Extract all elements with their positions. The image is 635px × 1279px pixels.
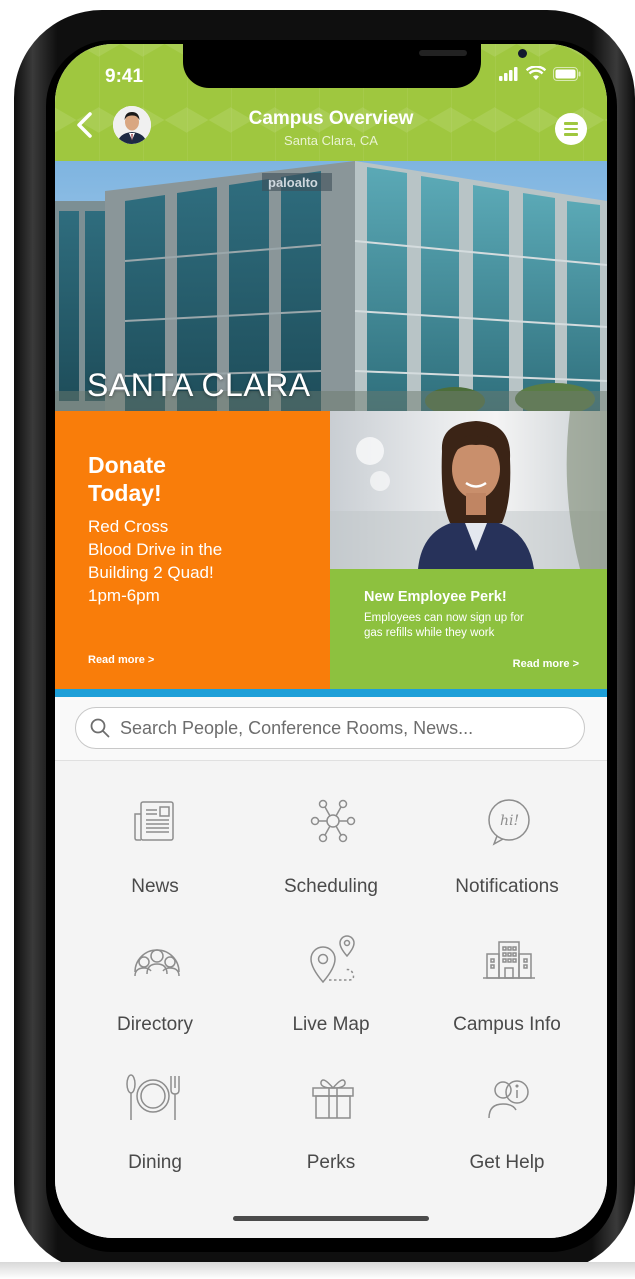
promo-heading: Donate Today! [88,452,166,506]
feature-grid: News Scheduling hi! Notifications Direct… [55,762,607,1238]
network-icon [310,799,356,843]
tile-dining[interactable]: Dining [63,1070,247,1190]
search-box[interactable] [75,707,585,749]
tile-scheduling[interactable]: Scheduling [239,794,423,914]
tile-label: Perks [306,1152,356,1173]
page-subtitle: Santa Clara, CA [284,133,378,148]
tile-label: Scheduling [283,876,379,897]
promo-heading: New Employee Perk! [364,589,507,605]
tile-news[interactable]: News [63,794,247,914]
battery-icon [553,66,581,81]
read-more-link[interactable]: Read more > [88,654,154,666]
search-icon [90,718,110,738]
hi-bubble-icon: hi! [488,799,530,846]
speaker [419,50,467,56]
tile-label: Live Map [292,1014,370,1035]
gift-icon [312,1079,354,1119]
tile-label: Directory [116,1014,193,1035]
search-input[interactable] [118,716,558,740]
search-bar-area [55,697,607,761]
page-title: Campus Overview [248,108,414,129]
promo-body: Red Cross Blood Drive in the Building 2 … [88,517,223,605]
people-group-icon [134,949,180,977]
employee-photo [330,411,607,569]
newspaper-icon [134,801,174,841]
menu-button[interactable] [555,113,587,145]
hero-title: SANTA CLARA [87,367,311,403]
signal-icon [499,66,518,81]
read-more-link[interactable]: Read more > [513,658,579,670]
tile-perks[interactable]: Perks [239,1070,423,1190]
svg-text:hi!: hi! [500,813,519,829]
front-camera [518,49,527,58]
help-person-icon [488,1080,529,1119]
tile-label: Get Help [469,1152,545,1173]
wifi-icon [526,66,546,80]
app-screen: 9:41 Campus Overview Santa Clara, CA pal… [55,44,607,1238]
status-icons [499,66,581,81]
donate-promo-card[interactable]: Donate Today! Red Cross Blood Drive in t… [55,411,330,689]
menu-line [564,122,578,125]
menu-line [564,127,578,131]
map-pin-route-icon [310,935,355,984]
tile-campus-info[interactable]: Campus Info [415,932,599,1052]
tile-label: News [131,876,179,897]
floor-shadow [0,1262,635,1279]
building-icon [483,941,535,979]
tile-label: Notifications [455,876,559,897]
tile-label: Campus Info [453,1014,561,1035]
tile-notifications[interactable]: hi! Notifications [415,794,599,914]
promo-body: Employees can now sign up for gas refill… [364,612,524,639]
campus-hero-banner[interactable]: paloalto SANTA CLARA [55,161,607,411]
tile-directory[interactable]: Directory [63,932,247,1052]
tile-get-help[interactable]: Get Help [415,1070,599,1190]
menu-line [564,133,578,136]
employee-portrait [330,411,607,569]
divider-bar [55,689,607,697]
app-header: 9:41 Campus Overview Santa Clara, CA [55,44,607,161]
notch [183,44,527,88]
building-sign: paloalto [268,175,318,190]
tile-label: Dining [128,1152,182,1173]
tile-live-map[interactable]: Live Map [239,932,423,1052]
plate-cutlery-icon [126,1074,180,1120]
home-indicator[interactable] [233,1216,429,1221]
employee-perk-card[interactable]: New Employee Perk! Employees can now sig… [330,569,607,689]
status-time: 9:41 [105,66,144,87]
